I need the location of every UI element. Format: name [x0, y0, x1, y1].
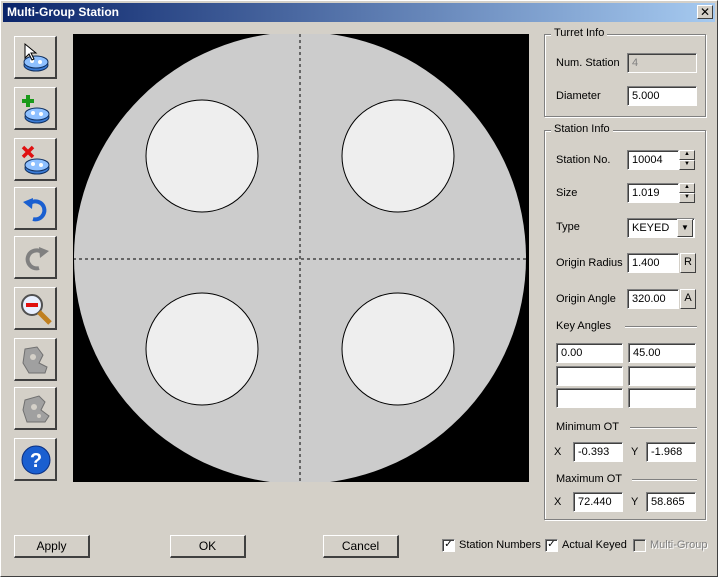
station-numbers-label[interactable]: Station Numbers [459, 539, 541, 551]
origin-radius-button[interactable]: R [680, 253, 696, 273]
select-station-button[interactable] [14, 36, 57, 79]
spin-down-icon[interactable]: ▼ [679, 160, 695, 170]
separator [630, 427, 697, 429]
punch-tool-alt-button[interactable] [14, 387, 57, 430]
separator [625, 326, 697, 328]
turret-info-group: Turret Info Num. Station 4 Diameter 5.00… [544, 27, 706, 117]
add-station-icon [22, 95, 50, 124]
add-station-button[interactable] [14, 87, 57, 130]
max-ot-y-field[interactable]: 58.865 [646, 492, 696, 512]
diameter-field[interactable]: 5.000 [627, 86, 697, 106]
turret-info-title: Turret Info [551, 27, 608, 39]
punch-tool-alt-icon [22, 395, 50, 423]
cancel-button[interactable]: Cancel [323, 535, 399, 558]
min-ot-x-label: X [554, 446, 562, 458]
diameter-label: Diameter [556, 90, 601, 102]
delete-station-icon [21, 145, 50, 175]
key-angle-field[interactable]: 45.00 [628, 343, 696, 363]
undo-button[interactable] [14, 187, 57, 230]
help-icon: ? [21, 445, 51, 475]
station-circle[interactable] [341, 99, 455, 213]
key-angle-field[interactable] [628, 366, 696, 386]
chevron-down-icon[interactable]: ▼ [677, 219, 693, 237]
apply-button[interactable]: Apply [14, 535, 90, 558]
redo-button[interactable] [14, 236, 57, 279]
station-numbers-checkbox[interactable]: ✓ [442, 539, 455, 552]
num-station-field: 4 [627, 53, 697, 73]
key-angle-field[interactable] [556, 388, 623, 408]
type-label: Type [556, 221, 580, 233]
max-ot-y-label: Y [631, 496, 639, 508]
key-angles-label: Key Angles [556, 320, 612, 332]
max-ot-x-label: X [554, 496, 562, 508]
min-ot-x-field[interactable]: -0.393 [573, 442, 623, 462]
station-circle[interactable] [145, 292, 259, 406]
spin-down-icon[interactable]: ▼ [679, 193, 695, 203]
minimum-ot-label: Minimum OT [556, 421, 619, 433]
separator [632, 479, 697, 481]
station-circle[interactable] [145, 99, 259, 213]
max-ot-x-field[interactable]: 72.440 [573, 492, 623, 512]
help-button[interactable]: ? [14, 438, 57, 481]
actual-keyed-label[interactable]: Actual Keyed [562, 539, 627, 551]
spin-up-icon[interactable]: ▲ [679, 183, 695, 193]
key-angle-field[interactable]: 0.00 [556, 343, 623, 363]
key-angle-field[interactable] [628, 388, 696, 408]
zoom-out-button[interactable] [14, 287, 57, 330]
punch-tool-button[interactable] [14, 338, 57, 381]
window-title: Multi-Group Station [7, 5, 119, 19]
title-bar: Multi-Group Station ✕ [3, 3, 715, 22]
turret-canvas[interactable] [73, 32, 529, 484]
origin-angle-label: Origin Angle [556, 293, 616, 305]
maximum-ot-label: Maximum OT [556, 473, 622, 485]
station-no-label: Station No. [556, 154, 611, 166]
delete-station-button[interactable] [14, 138, 57, 181]
station-no-field[interactable]: 10004 [627, 150, 679, 170]
multi-group-checkbox [633, 539, 646, 552]
size-spinner[interactable]: ▲ ▼ [679, 183, 695, 203]
spin-up-icon[interactable]: ▲ [679, 150, 695, 160]
undo-icon [23, 198, 47, 222]
origin-radius-label: Origin Radius [556, 257, 623, 269]
key-angle-field[interactable] [556, 366, 623, 386]
num-station-label: Num. Station [556, 57, 620, 69]
zoom-out-icon [21, 294, 52, 325]
origin-radius-field[interactable]: 1.400 [627, 253, 679, 273]
ok-button[interactable]: OK [170, 535, 246, 558]
station-no-spinner[interactable]: ▲ ▼ [679, 150, 695, 170]
close-button[interactable]: ✕ [697, 5, 713, 19]
origin-angle-button[interactable]: A [680, 289, 696, 309]
svg-text:?: ? [30, 450, 42, 472]
actual-keyed-checkbox[interactable]: ✓ [545, 539, 558, 552]
multi-group-station-dialog: Multi-Group Station ✕ ? Turret Info Num.… [0, 0, 718, 577]
multi-group-label: Multi-Group [650, 539, 708, 551]
size-label: Size [556, 187, 578, 199]
origin-angle-field[interactable]: 320.00 [627, 289, 679, 309]
min-ot-y-label: Y [631, 446, 639, 458]
station-info-title: Station Info [551, 123, 613, 135]
size-field[interactable]: 1.019 [627, 183, 679, 203]
redo-icon [25, 247, 49, 271]
min-ot-y-field[interactable]: -1.968 [646, 442, 696, 462]
punch-tool-icon [22, 346, 48, 374]
station-info-group: Station Info Station No. 10004 ▲ ▼ Size … [544, 123, 706, 520]
select-station-icon [23, 42, 49, 72]
station-circle[interactable] [341, 292, 455, 406]
